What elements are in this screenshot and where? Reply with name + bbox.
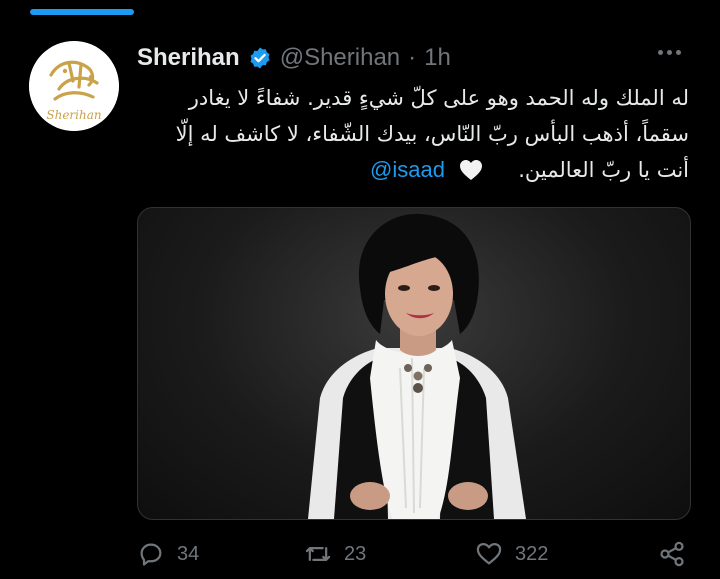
tweet-media-image[interactable] [137,207,691,520]
retweet-count: 23 [344,542,367,565]
tweet-text-line: له الملك وله الحمد وهو على كلّ شيءٍ قدير… [188,86,689,110]
reply-count: 34 [177,542,200,565]
timestamp[interactable]: 1h [424,43,451,73]
share-button[interactable] [658,540,686,568]
like-count: 322 [515,542,549,565]
share-icon [660,541,684,567]
author-handle[interactable]: @Sherihan [280,43,400,73]
mention-link[interactable]: @isaad [370,155,445,185]
tweet-text-line: سقماً، أذهب البأس ربّ النّاس، بيدك الشّف… [175,122,689,146]
avatar-signature: Sherihan [46,108,101,122]
avatar[interactable]: Sherihan [29,41,119,131]
reply-button[interactable]: 34 [137,540,199,568]
tweet-actions: 34 23 322 [137,540,689,574]
separator-dot: · [408,44,417,71]
more-icon[interactable] [658,50,681,55]
scroll-indicator-bar [30,9,134,15]
author-name[interactable]: Sherihan [137,43,240,73]
mention-line: @isaad [370,155,483,185]
retweet-button[interactable]: 23 [304,540,366,568]
reply-icon [140,543,162,566]
like-icon [476,542,502,565]
white-heart-emoji [459,160,482,180]
like-button[interactable]: 322 [475,540,548,568]
tweet-header: Sherihan @Sherihan · 1h [137,43,451,73]
retweet-icon [305,547,331,561]
verified-badge-icon [250,47,270,69]
